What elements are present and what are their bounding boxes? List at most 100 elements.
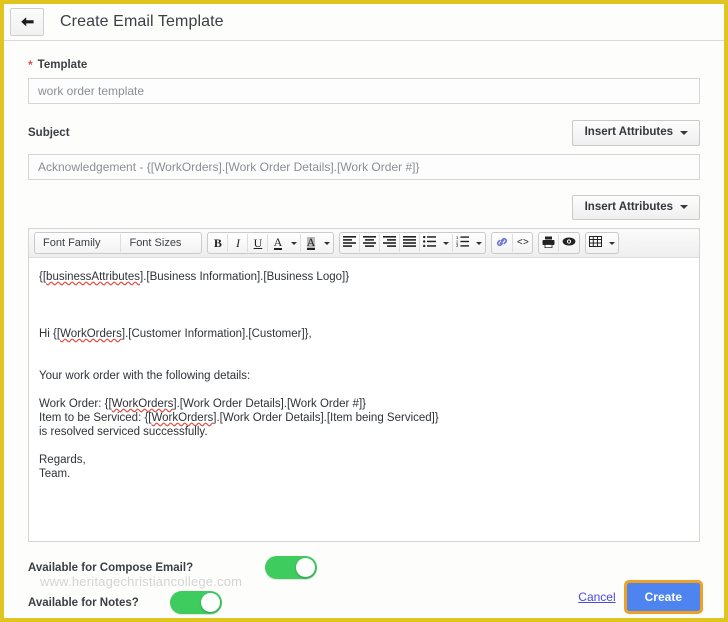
insert-attributes-body-button[interactable]: Insert Attributes	[571, 194, 700, 220]
text-color-dropdown[interactable]	[287, 233, 300, 253]
text-post: ].[Work Order Details].[Work Order #]}	[173, 398, 366, 410]
toggle-knob	[200, 593, 220, 612]
template-input[interactable]: work order template	[28, 78, 700, 104]
chevron-down-icon	[323, 241, 330, 245]
toolbar-group-actions	[538, 232, 581, 254]
compose-email-label: Available for Compose Email?	[28, 561, 194, 574]
back-arrow-icon	[20, 16, 35, 28]
text-post: ].[Work Order Details].[Item being Servi…	[213, 412, 439, 424]
subject-label: Subject	[28, 126, 70, 139]
background-color-icon: A	[306, 234, 316, 250]
align-center-button[interactable]	[360, 233, 379, 253]
template-label-text: Template	[37, 59, 88, 71]
font-size-label: Font Sizes	[129, 237, 182, 249]
compose-email-toggle-row: Available for Compose Email?	[28, 556, 700, 579]
print-icon	[542, 236, 555, 251]
editor-line-regards: Regards,	[39, 454, 86, 466]
align-left-button[interactable]	[340, 233, 359, 253]
svg-text:3: 3	[456, 243, 459, 247]
misspelled-word: WorkOrders	[151, 412, 214, 424]
source-code-icon: <>	[516, 237, 529, 249]
link-icon	[495, 236, 509, 251]
editor-line-business-logo: {[businessAttributes].[Business Informat…	[39, 270, 689, 284]
editor-line-resolved: is resolved serviced successfully.	[39, 426, 208, 438]
font-family-select[interactable]: Font Family	[35, 233, 120, 253]
toolbar-group-insert: <>	[491, 232, 534, 254]
preview-eye-icon	[562, 236, 576, 250]
chevron-down-icon	[290, 241, 297, 245]
bullet-list-icon	[423, 235, 437, 250]
editor-line-work-order: Work Order: {[WorkOrders].[Work Order De…	[39, 397, 689, 411]
background-color-button[interactable]: A	[301, 233, 320, 253]
cancel-button[interactable]: Cancel	[578, 590, 615, 604]
rich-text-editor: Font Family Font Sizes B I U A A 1 2 3 <…	[28, 228, 700, 542]
align-center-icon	[363, 236, 377, 250]
insert-attributes-subject-button[interactable]: Insert Attributes	[571, 120, 700, 146]
align-justify-button[interactable]	[400, 233, 419, 253]
chevron-down-icon	[680, 130, 688, 135]
back-button[interactable]	[10, 8, 44, 36]
numbered-list-button[interactable]: 123	[453, 233, 472, 253]
insert-attributes-subject-label: Insert Attributes	[584, 126, 673, 138]
insert-link-button[interactable]	[492, 233, 512, 253]
align-justify-icon	[403, 236, 417, 250]
available-for-compose-email-toggle[interactable]	[265, 556, 318, 579]
text-post: ].[Business Information].[Business Logo]…	[140, 271, 350, 283]
text-pre: Item to be Serviced: {[	[39, 412, 152, 424]
chevron-down-icon	[680, 205, 688, 210]
underline-icon: U	[253, 235, 263, 250]
insert-table-dropdown[interactable]	[605, 233, 618, 253]
insert-table-button[interactable]	[586, 233, 605, 253]
bold-button[interactable]: B	[208, 233, 227, 253]
text-color-button[interactable]: A	[268, 233, 287, 253]
print-button[interactable]	[539, 233, 558, 253]
text-post: ].[Customer Information].[Customer]},	[121, 328, 312, 340]
create-email-template-window: Create Email Template * Template work or…	[0, 0, 728, 622]
align-right-button[interactable]	[380, 233, 399, 253]
editor-blank-lines	[39, 439, 689, 453]
notes-label: Available for Notes?	[28, 596, 139, 609]
chevron-down-icon	[608, 241, 615, 245]
available-for-notes-toggle[interactable]	[169, 591, 222, 614]
text-color-icon: A	[273, 234, 283, 250]
table-icon	[589, 236, 603, 250]
italic-button[interactable]: I	[228, 233, 247, 253]
align-right-icon	[383, 236, 397, 250]
preview-button[interactable]	[559, 233, 579, 253]
page-title: Create Email Template	[60, 13, 224, 30]
editor-line-team: Team.	[39, 468, 71, 480]
create-button[interactable]: Create	[623, 580, 704, 614]
toolbar-group-table	[585, 232, 620, 254]
insert-attributes-body-label: Insert Attributes	[584, 200, 673, 213]
required-marker: *	[28, 58, 33, 72]
editor-blank-lines	[39, 284, 689, 327]
font-size-select[interactable]: Font Sizes	[121, 233, 201, 253]
italic-icon: I	[235, 235, 240, 250]
editor-line-greeting: Hi {[WorkOrders].[Customer Information].…	[39, 327, 689, 341]
numbered-list-icon: 123	[456, 235, 470, 250]
editor-content-area[interactable]: {[businessAttributes].[Business Informat…	[29, 258, 699, 541]
background-color-dropdown[interactable]	[320, 233, 333, 253]
toolbar-group-paragraph: 123	[339, 232, 487, 254]
align-left-icon	[343, 236, 357, 250]
misspelled-word: WorkOrders	[60, 328, 122, 340]
text-pre: Hi {[	[39, 328, 61, 340]
subject-input[interactable]: Acknowledgement - {[WorkOrders].[Work Or…	[28, 153, 700, 180]
bullet-list-button[interactable]	[420, 233, 439, 253]
insert-attributes-body-row: Insert Attributes	[28, 194, 700, 220]
text-pre: Work Order: {[	[39, 398, 112, 410]
form-body: * Template work order template Subject I…	[4, 59, 724, 614]
source-code-button[interactable]: <>	[513, 233, 532, 253]
numbered-list-dropdown[interactable]	[472, 233, 485, 253]
toolbar-group-fonts: Font Family Font Sizes	[34, 232, 203, 254]
editor-blank-lines	[39, 383, 689, 397]
template-label: * Template	[28, 59, 700, 71]
window-header: Create Email Template	[4, 4, 724, 41]
misspelled-word: businessAttributes	[46, 271, 141, 283]
bullet-list-dropdown[interactable]	[439, 233, 452, 253]
underline-button[interactable]: U	[248, 233, 267, 253]
text-pre: {[	[39, 271, 47, 283]
toolbar-group-character: B I U A A	[207, 232, 335, 254]
toggle-knob	[296, 558, 316, 577]
bold-icon: B	[213, 235, 222, 250]
